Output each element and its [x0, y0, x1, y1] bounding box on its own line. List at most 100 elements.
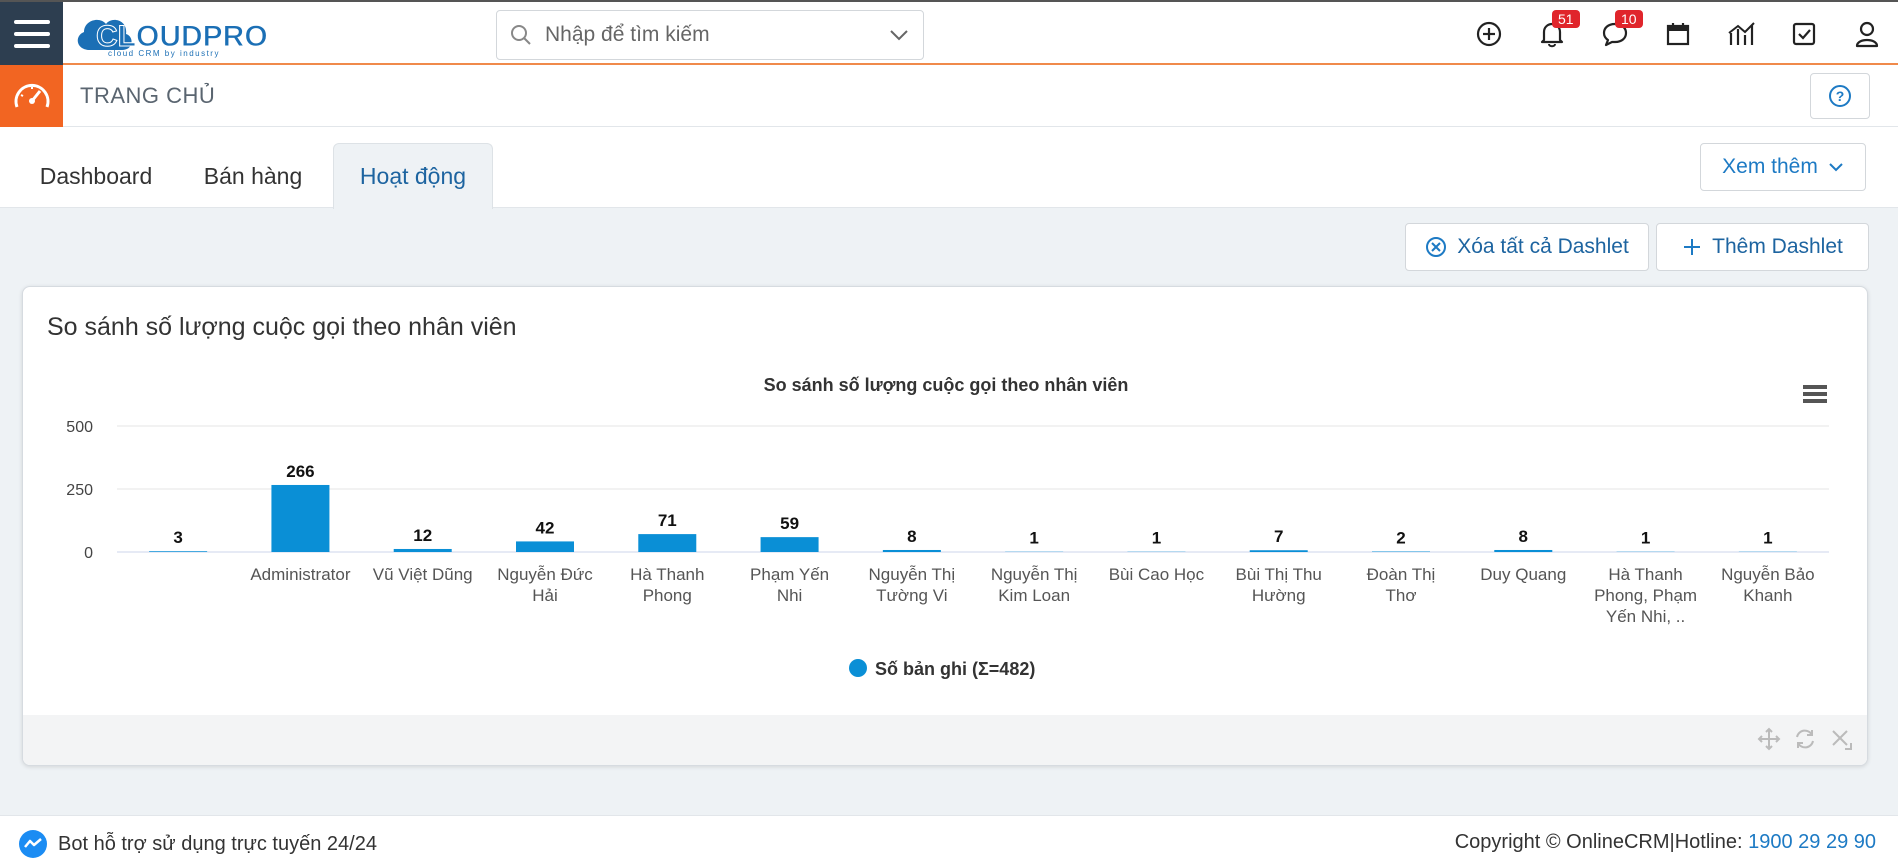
y-tick-label: 250	[66, 482, 93, 499]
x-tick-label: Duy Quang	[1480, 565, 1566, 584]
bar	[149, 551, 208, 552]
legend-label: Số bản ghi (Σ=482)	[875, 659, 1035, 679]
x-tick-label: Phong	[643, 586, 692, 605]
bar-chart: So sánh số lượng cuộc gọi theo nhân viên…	[66, 375, 1829, 679]
x-tick-label: Hải	[532, 586, 558, 605]
cloudpro-logo[interactable]: CLOUDPRO cloud CRM by industry	[72, 10, 297, 58]
x-tick-label: Kim Loan	[998, 586, 1070, 605]
tab-dashboard[interactable]: Dashboard	[20, 143, 172, 209]
data-label: 7	[1274, 527, 1283, 546]
more-label: Xem thêm	[1722, 155, 1818, 178]
x-tick-label: Yến Nhi, ..	[1606, 607, 1685, 626]
clear-all-dashlets-button[interactable]: Xóa tất cả Dashlet	[1405, 223, 1649, 271]
x-tick-label: Tường Vi	[876, 586, 947, 605]
footer: Bot hỗ trợ sử dụng trực tuyến 24/24 Copy…	[0, 815, 1898, 865]
data-label: 42	[536, 518, 555, 537]
data-label: 12	[413, 526, 432, 545]
x-tick-label: Hường	[1252, 586, 1306, 605]
x-tick-label: Nguyễn Đức	[497, 565, 593, 584]
hotline-link[interactable]: 1900 29 29 90	[1748, 831, 1876, 853]
chat-bot-link[interactable]: Bot hỗ trợ sử dụng trực tuyến 24/24	[18, 829, 377, 859]
data-label: 71	[658, 511, 677, 530]
x-tick-label: Đoàn Thị	[1367, 565, 1436, 584]
logo-tagline: cloud CRM by industry	[108, 49, 220, 58]
report-chart-icon[interactable]	[1709, 2, 1772, 65]
clear-all-label: Xóa tất cả Dashlet	[1457, 235, 1629, 258]
bar	[1494, 549, 1553, 552]
x-tick-label: Nguyễn Thị	[869, 565, 956, 584]
chat-badge: 10	[1615, 10, 1643, 28]
y-tick-label: 0	[84, 545, 93, 562]
hamburger-menu-button[interactable]	[0, 2, 63, 65]
data-label: 8	[907, 527, 916, 546]
x-tick-label: Administrator	[250, 565, 350, 584]
close-circle-icon	[1426, 237, 1447, 257]
x-tick-label: Nhi	[777, 586, 803, 605]
x-tick-label: Bùi Cao Học	[1109, 565, 1205, 584]
bell-icon[interactable]: 51	[1520, 2, 1583, 65]
tab-hoat-dong[interactable]: Hoạt động	[333, 143, 493, 209]
x-tick-label: Phong, Phạm	[1594, 586, 1697, 605]
close-icon[interactable]	[1829, 727, 1853, 751]
bar	[1249, 550, 1308, 552]
data-label: 8	[1519, 527, 1528, 546]
notification-badge: 51	[1552, 10, 1580, 28]
data-label: 2	[1396, 528, 1405, 547]
data-label: 1	[1641, 529, 1650, 548]
bar	[1372, 551, 1430, 552]
chevron-down-icon[interactable]	[875, 29, 923, 41]
bar	[393, 548, 452, 552]
task-checkbox-icon[interactable]	[1772, 2, 1835, 65]
search-box[interactable]	[496, 10, 924, 60]
x-tick-label: Nguyễn Thị	[991, 565, 1078, 584]
search-icon	[497, 11, 545, 59]
data-label: 59	[780, 514, 799, 533]
chevron-down-icon	[1829, 163, 1843, 172]
y-tick-label: 500	[66, 419, 93, 436]
x-tick-label: Bùi Thị Thu	[1236, 565, 1322, 584]
move-icon[interactable]	[1757, 727, 1781, 751]
dashboard-gauge-icon[interactable]	[0, 65, 63, 127]
x-tick-label: Hà Thanh	[1608, 565, 1682, 584]
copyright-text: Copyright © OnlineCRM|Hotline:	[1454, 831, 1749, 853]
x-tick-label: Nguyễn Bảo	[1721, 565, 1815, 584]
search-input[interactable]	[545, 23, 875, 47]
messenger-icon	[19, 830, 47, 858]
x-tick-label: Vũ Việt Dũng	[373, 565, 473, 584]
svg-text:?: ?	[1836, 88, 1845, 104]
page-title: TRANG CHỦ	[80, 83, 216, 108]
bar	[760, 537, 819, 552]
chart-title: So sánh số lượng cuộc gọi theo nhân viên	[764, 375, 1129, 395]
bar	[882, 549, 941, 552]
bar	[516, 541, 574, 552]
question-icon: ?	[1829, 85, 1851, 107]
bar	[271, 484, 330, 552]
x-tick-label: Khanh	[1743, 586, 1792, 605]
bar	[638, 534, 697, 552]
tab-bar: Dashboard Bán hàng Hoạt động Xem thêm	[0, 127, 1898, 209]
help-button[interactable]: ?	[1810, 73, 1870, 119]
x-tick-label: Phạm Yến	[750, 565, 829, 584]
x-tick-label: Thơ	[1386, 586, 1417, 605]
data-label: 1	[1152, 529, 1161, 548]
refresh-icon[interactable]	[1793, 727, 1817, 751]
chart-menu-icon[interactable]	[1803, 385, 1827, 403]
tab-ban-hang[interactable]: Bán hàng	[178, 143, 328, 209]
page-header: TRANG CHỦ ?	[0, 65, 1898, 127]
calendar-icon[interactable]	[1646, 2, 1709, 65]
add-dashlet-label: Thêm Dashlet	[1712, 235, 1843, 258]
data-label: 1	[1763, 529, 1772, 548]
dashlet-call-comparison: So sánh số lượng cuộc gọi theo nhân viên…	[22, 286, 1868, 766]
copyright: Copyright © OnlineCRM|Hotline: 1900 29 2…	[1455, 831, 1876, 854]
more-button[interactable]: Xem thêm	[1700, 143, 1866, 191]
bot-text: Bot hỗ trợ sử dụng trực tuyến 24/24	[58, 832, 377, 855]
top-icon-bar: 51 10	[1457, 2, 1898, 65]
top-bar: CLOUDPRO cloud CRM by industry 51 10	[0, 0, 1898, 65]
data-label: 266	[286, 462, 314, 481]
data-label: 1	[1029, 529, 1038, 548]
data-label: 3	[173, 528, 182, 547]
user-icon[interactable]	[1835, 2, 1898, 65]
add-icon[interactable]	[1457, 2, 1520, 65]
add-dashlet-button[interactable]: Thêm Dashlet	[1656, 223, 1869, 271]
chat-icon[interactable]: 10	[1583, 2, 1646, 65]
